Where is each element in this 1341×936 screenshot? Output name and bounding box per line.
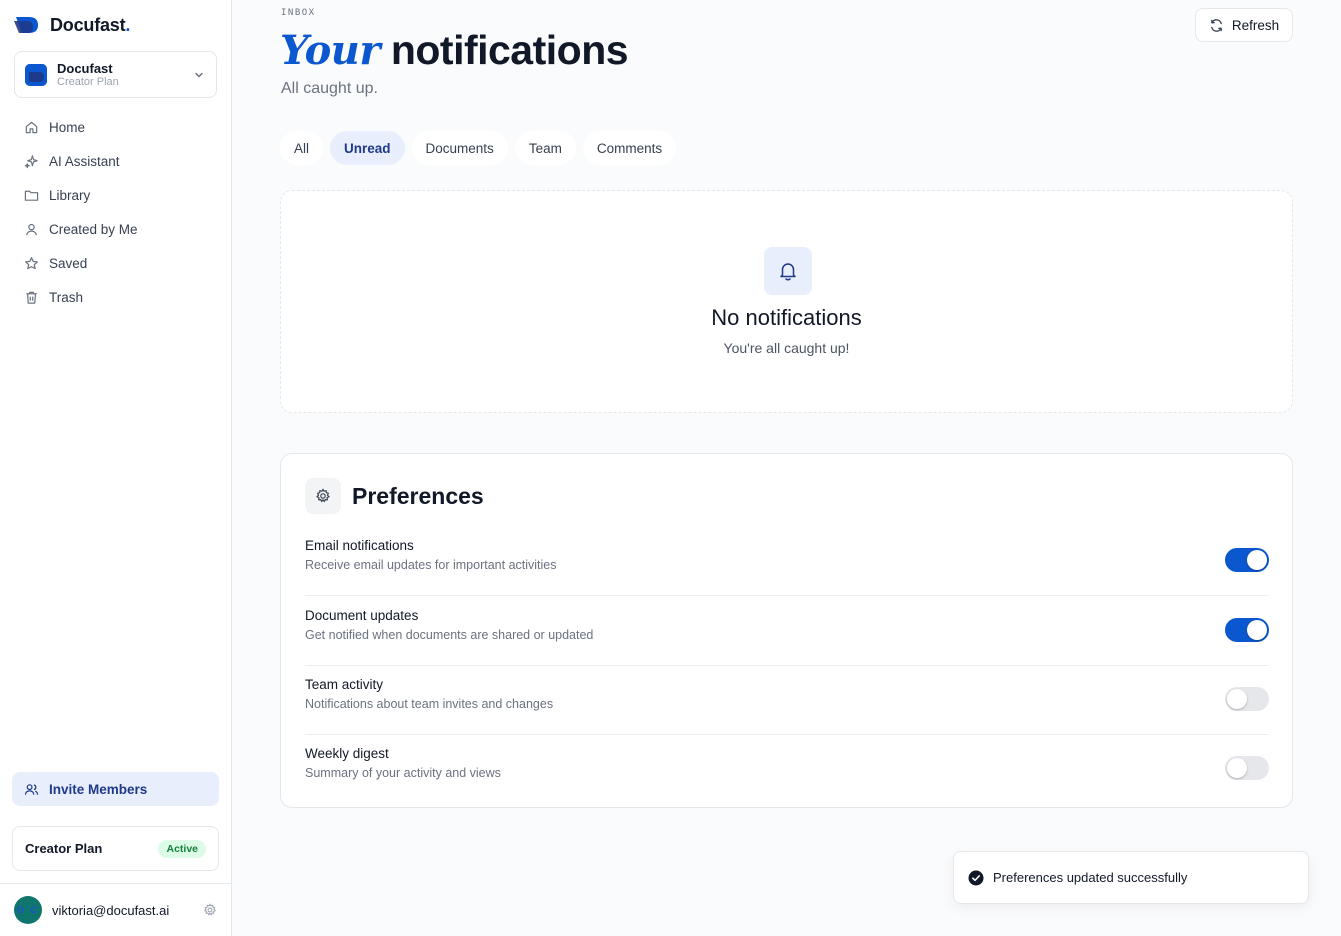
empty-state-subtitle: You're all caught up! xyxy=(723,340,850,356)
preference-label: Weekly digest xyxy=(305,746,389,761)
preferences-header: Preferences xyxy=(305,478,484,514)
page-title: Your notifications xyxy=(280,26,629,75)
invite-members-label: Invite Members xyxy=(49,781,148,797)
user-profile[interactable]: O C viktoria@docufast.ai xyxy=(0,883,231,936)
sidebar-item-label: Library xyxy=(49,187,91,203)
preference-label: Team activity xyxy=(305,677,384,692)
tab-comments[interactable]: Comments xyxy=(582,131,677,165)
tab-unread[interactable]: Unread xyxy=(330,131,405,165)
bell-icon xyxy=(780,263,796,281)
sidebar-item-library[interactable]: Library xyxy=(14,178,217,212)
preferences-card: Preferences Email notifications Receive … xyxy=(280,453,1293,808)
page-subtitle: All caught up. xyxy=(281,80,378,97)
preference-row-document-updates: Document updates Get notified when docum… xyxy=(305,596,1269,666)
status-badge: Active xyxy=(158,839,206,858)
preference-description: Notifications about team invites and cha… xyxy=(305,697,554,711)
bell-icon-box xyxy=(764,247,812,295)
preference-label: Email notifications xyxy=(305,538,414,553)
sidebar-item-label: Created by Me xyxy=(49,221,138,237)
sidebar-item-label: AI Assistant xyxy=(49,153,120,169)
sidebar-item-label: Home xyxy=(49,119,86,135)
page-title-rest: notifications xyxy=(390,27,629,73)
email-notifications-toggle[interactable] xyxy=(1225,548,1269,572)
workspace-text: Docufast Creator Plan xyxy=(57,61,182,89)
preference-description: Get notified when documents are shared o… xyxy=(305,628,594,642)
success-toast: Preferences updated successfully xyxy=(953,851,1309,904)
sidebar-item-trash[interactable]: Trash xyxy=(14,280,217,314)
empty-state-title: No notifications xyxy=(711,305,862,330)
invite-members-button[interactable]: Invite Members xyxy=(12,772,219,806)
sidebar-item-label: Trash xyxy=(49,289,84,305)
workspace-logo-icon xyxy=(25,63,47,86)
gear-icon[interactable] xyxy=(203,903,217,917)
workspace-name: Docufast xyxy=(57,60,113,76)
toggle-knob xyxy=(1247,550,1267,570)
plan-card[interactable]: Creator Plan Active xyxy=(12,826,219,871)
toggle-knob xyxy=(1227,758,1247,778)
users-icon xyxy=(24,783,39,795)
sidebar-item-label: Saved xyxy=(49,255,88,271)
brand[interactable]: Docufast. xyxy=(14,12,130,38)
refresh-label: Refresh xyxy=(1231,17,1280,33)
check-circle-icon xyxy=(968,870,984,885)
sidebar-item-home[interactable]: Home xyxy=(14,110,217,144)
trash-icon xyxy=(26,291,37,304)
home-icon xyxy=(25,121,38,133)
preference-label: Document updates xyxy=(305,608,419,623)
toggle-knob xyxy=(1227,689,1247,709)
user-icon xyxy=(26,223,37,235)
notifications-empty-state: No notifications You're all caught up! xyxy=(280,190,1293,413)
tab-all[interactable]: All xyxy=(280,131,324,165)
document-updates-toggle[interactable] xyxy=(1225,618,1269,642)
docufast-logo-icon xyxy=(14,14,42,36)
preference-description: Receive email updates for important acti… xyxy=(305,558,557,572)
workspace-plan: Creator Plan xyxy=(57,75,119,88)
chevron-down-icon xyxy=(195,72,203,78)
team-activity-toggle[interactable] xyxy=(1225,687,1269,711)
preference-row-email: Email notifications Receive email update… xyxy=(305,526,1269,596)
gear-icon xyxy=(316,488,330,503)
sidebar-item-ai-assistant[interactable]: AI Assistant xyxy=(14,144,217,178)
avatar[interactable]: O C xyxy=(14,896,42,924)
sparkle-icon xyxy=(24,154,38,168)
sidebar-nav: Home AI Assistant Library Created by Me … xyxy=(14,110,217,314)
brand-name: Docufast. xyxy=(50,14,131,35)
sidebar-item-saved[interactable]: Saved xyxy=(14,246,217,280)
preferences-icon-box xyxy=(305,478,341,514)
toggle-knob xyxy=(1247,620,1267,640)
user-email: viktoria@docufast.ai xyxy=(52,902,170,918)
preference-row-team-activity: Team activity Notifications about team i… xyxy=(305,665,1269,735)
sidebar: Docufast. Docufast Creator Plan Home AI … xyxy=(0,0,232,936)
preference-description: Summary of your activity and views xyxy=(305,766,501,780)
star-icon xyxy=(25,256,38,269)
plan-name: Creator Plan xyxy=(25,841,103,856)
page-title-accent: Your xyxy=(280,27,380,74)
folder-icon xyxy=(24,190,39,201)
preference-row-weekly-digest: Weekly digest Summary of your activity a… xyxy=(305,734,1269,804)
tab-documents[interactable]: Documents xyxy=(411,131,508,165)
filter-tabs: All Unread Documents Team Comments xyxy=(280,131,677,165)
toast-message: Preferences updated successfully xyxy=(993,870,1188,885)
page-eyebrow: INBOX xyxy=(281,8,316,18)
weekly-digest-toggle[interactable] xyxy=(1225,756,1269,780)
sidebar-item-created-by-me[interactable]: Created by Me xyxy=(14,212,217,246)
refresh-button[interactable]: Refresh xyxy=(1195,8,1293,42)
workspace-switcher[interactable]: Docufast Creator Plan xyxy=(14,51,217,98)
refresh-icon xyxy=(1211,18,1222,32)
preferences-title: Preferences xyxy=(352,482,484,509)
tab-team[interactable]: Team xyxy=(514,131,576,165)
